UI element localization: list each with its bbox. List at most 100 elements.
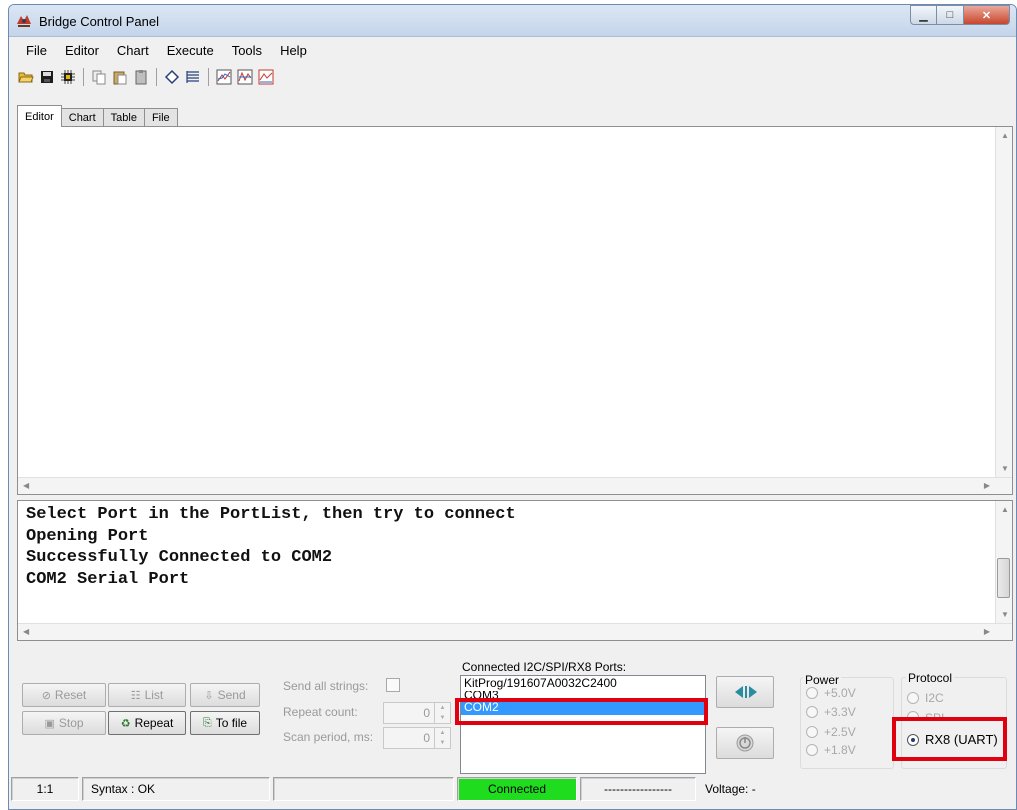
disconnect-button[interactable] [716, 727, 774, 759]
menu-editor[interactable]: Editor [56, 43, 108, 58]
copy-icon [92, 70, 106, 85]
chart-button-1[interactable] [215, 68, 233, 86]
toolbar-separator [156, 68, 157, 86]
status-message [273, 777, 454, 801]
scroll-left-icon[interactable]: ◀ [23, 481, 29, 490]
repeat-button[interactable]: ♻ Repeat [108, 711, 186, 735]
status-bar: 1:1 Syntax : OK Connected --------------… [9, 775, 1016, 803]
chart-button-3[interactable] [257, 68, 275, 86]
tab-table[interactable]: Table [102, 108, 145, 127]
toolbar-separator [83, 68, 84, 86]
menu-tools[interactable]: Tools [223, 43, 271, 58]
status-indicator: ----------------- [580, 777, 696, 801]
menu-chart[interactable]: Chart [108, 43, 158, 58]
radio-icon [806, 706, 818, 718]
scroll-right-icon[interactable]: ▶ [984, 481, 990, 490]
stop-label: Stop [58, 716, 84, 730]
to-file-button[interactable]: ⎘ To file [190, 711, 260, 735]
editor-textarea[interactable]: ▲ ▼ ◀ ▶ [17, 126, 1013, 495]
send-icon: ⇩ [204, 689, 214, 702]
repeat-count-stepper[interactable]: 0 ▲ ▼ [383, 702, 451, 724]
list-icon [186, 71, 199, 83]
log-line: Select Port in the PortList, then try to… [26, 505, 516, 524]
open-button[interactable] [17, 68, 35, 86]
list-button[interactable]: ☷ List [108, 683, 186, 707]
repeat-icon: ♻ [120, 717, 131, 730]
save-button[interactable] [38, 68, 56, 86]
to-file-label: To file [215, 716, 248, 730]
connect-arrows-icon [735, 686, 757, 698]
paste-button[interactable] [111, 68, 129, 86]
eraser-icon [164, 69, 180, 85]
scroll-up-icon[interactable]: ▲ [1001, 505, 1009, 514]
close-icon: ✕ [981, 9, 992, 22]
power-option-5v[interactable]: +5.0V [806, 686, 856, 700]
log-output[interactable]: Select Port in the PortList, then try to… [17, 500, 1013, 641]
status-syntax: Syntax : OK [82, 777, 270, 801]
power-option-1v8[interactable]: +1.8V [806, 743, 856, 757]
minimize-icon: ▁ [919, 9, 928, 22]
tab-chart[interactable]: Chart [60, 108, 104, 127]
chip-button[interactable] [59, 68, 77, 86]
ports-label: Connected I2C/SPI/RX8 Ports: [462, 660, 627, 674]
save-icon [41, 71, 53, 83]
toolbar-separator [208, 68, 209, 86]
window-title: Bridge Control Panel [39, 14, 159, 29]
clipboard-button[interactable] [132, 68, 150, 86]
power-option-3v3[interactable]: +3.3V [806, 705, 856, 719]
log-line: Opening Port [26, 526, 149, 546]
radio-icon [806, 726, 818, 738]
scan-period-stepper[interactable]: 0 ▲ ▼ [383, 727, 451, 749]
log-line: Successfully Connected to COM2 [26, 548, 333, 567]
minimize-button[interactable]: ▁ [910, 5, 937, 25]
save-to-file-icon: ⎘ [202, 716, 212, 729]
stepper-arrows-icon[interactable]: ▲ ▼ [434, 728, 450, 748]
protocol-option-i2c[interactable]: I2C [907, 691, 944, 705]
open-folder-icon [18, 72, 34, 83]
editor-vertical-scrollbar[interactable]: ▲ ▼ [995, 127, 1012, 477]
list-icon: ☷ [130, 689, 141, 702]
menu-help[interactable]: Help [271, 43, 316, 58]
send-all-strings-checkbox[interactable] [386, 678, 400, 692]
port-item[interactable]: KitProg/191607A0032C2400 [461, 676, 705, 691]
chart-icon [237, 69, 253, 85]
power-group-title: Power [803, 673, 842, 687]
radio-icon [806, 687, 818, 699]
scroll-down-icon[interactable]: ▼ [1001, 464, 1009, 473]
scroll-right-icon[interactable]: ▶ [984, 627, 990, 636]
tab-editor[interactable]: Editor [17, 105, 62, 127]
chart-button-2[interactable] [236, 68, 254, 86]
reset-icon: ⊘ [41, 689, 51, 702]
scroll-left-icon[interactable]: ◀ [23, 627, 29, 636]
editor-horizontal-scrollbar[interactable]: ◀ ▶ [18, 477, 1012, 494]
send-label: Send [217, 688, 246, 702]
log-scroll-thumb[interactable] [997, 558, 1010, 598]
chip-icon [61, 70, 75, 84]
title-bar[interactable]: Bridge Control Panel ▁ □ ✕ [9, 5, 1016, 37]
scroll-up-icon[interactable]: ▲ [1001, 131, 1009, 140]
protocol-group-title: Protocol [906, 671, 955, 685]
list-view-button[interactable] [184, 68, 202, 86]
maximize-icon: □ [946, 9, 954, 21]
repeat-count-value: 0 [423, 706, 430, 720]
power-option-2v5[interactable]: +2.5V [806, 725, 856, 739]
menu-file[interactable]: File [17, 43, 56, 58]
chart-icon [258, 69, 274, 85]
clear-button[interactable] [163, 68, 181, 86]
tab-file[interactable]: File [143, 108, 178, 127]
list-label: List [144, 688, 164, 702]
reset-button[interactable]: ⊘ Reset [22, 683, 106, 707]
close-button[interactable]: ✕ [964, 5, 1010, 25]
send-button[interactable]: ⇩ Send [190, 683, 260, 707]
scroll-down-icon[interactable]: ▼ [1001, 610, 1009, 619]
log-vertical-scrollbar[interactable]: ▲ ▼ [995, 501, 1012, 623]
status-cursor-position: 1:1 [11, 777, 79, 801]
menu-execute[interactable]: Execute [158, 43, 223, 58]
maximize-button[interactable]: □ [937, 5, 964, 25]
stop-button[interactable]: ▣ Stop [22, 711, 106, 735]
radio-icon [806, 744, 818, 756]
copy-button[interactable] [90, 68, 108, 86]
log-horizontal-scrollbar[interactable]: ◀ ▶ [18, 623, 1012, 640]
stepper-arrows-icon[interactable]: ▲ ▼ [434, 703, 450, 723]
connect-button[interactable] [716, 676, 774, 708]
